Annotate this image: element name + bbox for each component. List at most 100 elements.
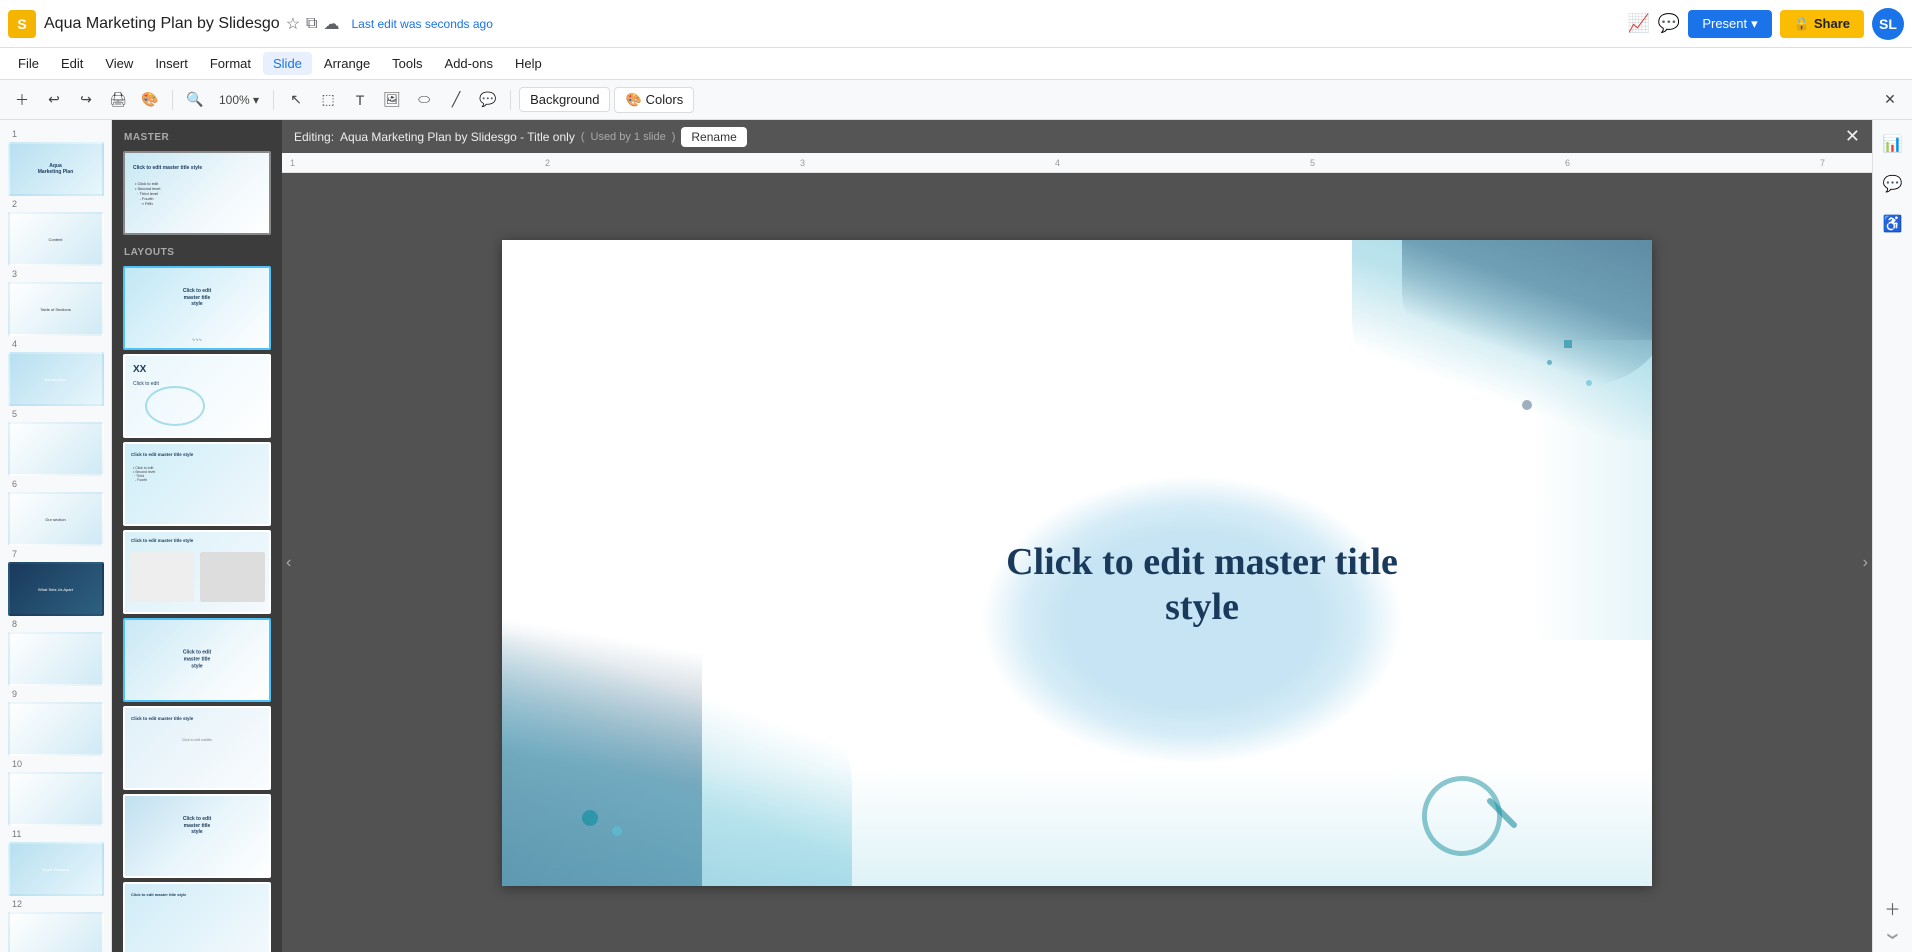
doc-title: Aqua Marketing Plan by Slidesgo xyxy=(44,15,280,33)
comment-icon-btn[interactable]: 💬 xyxy=(1877,168,1909,200)
used-by-close: ) xyxy=(672,131,676,143)
layout-thumb-8[interactable]: Click to edit master title style xyxy=(123,882,271,952)
slide-thumb-8-wrapper: 8 xyxy=(4,619,107,686)
canvas-scroll[interactable]: Click to edit master title style ‹ › xyxy=(282,173,1872,952)
slide-thumb-7-wrapper: 7 What Sets Us Apart xyxy=(4,549,107,616)
toolbar-divider-1 xyxy=(172,90,173,110)
editing-label: Editing: xyxy=(294,130,334,144)
slide-thumb-12[interactable] xyxy=(8,912,104,952)
slide-canvas: Click to edit master title style xyxy=(502,240,1652,886)
share-button[interactable]: 🔒 Share xyxy=(1780,10,1864,38)
used-by-text: Used by 1 slide xyxy=(591,131,666,143)
menu-tools[interactable]: Tools xyxy=(382,52,432,75)
close-editing-button[interactable]: ✕ xyxy=(1845,126,1860,147)
app-logo[interactable]: S xyxy=(8,10,36,38)
zoom-dropdown[interactable]: 100% ▾ xyxy=(213,86,265,114)
menu-insert[interactable]: Insert xyxy=(145,52,198,75)
toolbar-right: ✕ xyxy=(1876,86,1904,114)
layout-thumb-4[interactable]: Click to edit master title style xyxy=(123,530,271,614)
text-tool[interactable]: T xyxy=(346,86,374,114)
chart-icon-btn[interactable]: 📊 xyxy=(1877,128,1909,160)
avatar[interactable]: SL xyxy=(1872,8,1904,40)
toolbar-divider-2 xyxy=(273,90,274,110)
close-panel-button[interactable]: ✕ xyxy=(1876,86,1904,114)
layout-thumb-2[interactable]: XX Click to edit xyxy=(123,354,271,438)
cursor-tool[interactable]: ↖ xyxy=(282,86,310,114)
scroll-right-indicator: › xyxy=(1863,554,1868,572)
layout-thumb-5[interactable]: Click to editmaster titlestyle xyxy=(123,618,271,702)
slide-thumb-9[interactable] xyxy=(8,702,104,756)
ruler: 1 2 3 4 5 6 7 8 9 xyxy=(282,153,1872,173)
right-sidebar: 📊 💬 ♿ ＋ ❮ xyxy=(1872,120,1912,952)
menu-view[interactable]: View xyxy=(95,52,143,75)
rename-button[interactable]: Rename xyxy=(681,127,746,147)
slide-thumb-1-wrapper: 1 AquaMarketing Plan xyxy=(4,129,107,196)
layout-thumb-3[interactable]: Click to edit master title style • Click… xyxy=(123,442,271,526)
master-label: MASTER xyxy=(112,128,282,147)
colors-button[interactable]: 🎨 Colors xyxy=(614,87,694,113)
slide-thumb-3-wrapper: 3 Table of Sections xyxy=(4,269,107,336)
menu-help[interactable]: Help xyxy=(505,52,552,75)
slide-thumb-5-wrapper: 5 xyxy=(4,409,107,476)
zoom-out-button[interactable]: 🔍 xyxy=(181,86,209,114)
redo-button[interactable]: ↪ xyxy=(72,86,100,114)
slide-thumb-1[interactable]: AquaMarketing Plan xyxy=(8,142,104,196)
scroll-left-indicator: ‹ xyxy=(286,554,291,572)
menu-edit[interactable]: Edit xyxy=(51,52,93,75)
main-layout: 1 AquaMarketing Plan 2 Content 3 Table o… xyxy=(0,120,1912,952)
canvas-area: Editing: Aqua Marketing Plan by Slidesgo… xyxy=(282,120,1872,952)
line-tool[interactable]: ╱ xyxy=(442,86,470,114)
paint-format-button[interactable]: 🎨 xyxy=(136,86,164,114)
comment-tool[interactable]: 💬 xyxy=(474,86,502,114)
slide-thumb-4[interactable]: Introduction xyxy=(8,352,104,406)
new-slide-button[interactable]: ＋ xyxy=(8,86,36,114)
toolbar-divider-3 xyxy=(510,90,511,110)
slide-thumb-6-wrapper: 6 Our section xyxy=(4,479,107,546)
image-tool[interactable]: 🖼 xyxy=(378,86,406,114)
toolbar: ＋ ↩ ↪ 🖨 🎨 🔍 100% ▾ ↖ ⬚ T 🖼 ⬭ ╱ 💬 Backgro… xyxy=(0,80,1912,120)
background-button[interactable]: Background xyxy=(519,87,610,112)
star-icon[interactable]: ☆ xyxy=(286,14,300,34)
menu-slide[interactable]: Slide xyxy=(263,52,312,75)
cloud-icon[interactable]: ☁ xyxy=(323,14,339,34)
present-chevron: ▾ xyxy=(1751,16,1758,32)
undo-button[interactable]: ↩ xyxy=(40,86,68,114)
master-slide-thumb[interactable]: Click to edit master title style • Click… xyxy=(123,151,271,235)
folder-icon[interactable]: ⧉ xyxy=(306,15,317,33)
comment-icon[interactable]: 💬 xyxy=(1658,13,1680,34)
accessibility-icon-btn[interactable]: ♿ xyxy=(1877,208,1909,240)
menu-addons[interactable]: Add-ons xyxy=(435,52,503,75)
slide-title[interactable]: Click to edit master title style xyxy=(1002,540,1402,631)
slide-thumb-4-wrapper: 4 Introduction xyxy=(4,339,107,406)
slide-thumb-5[interactable] xyxy=(8,422,104,476)
slide-thumb-2[interactable]: Content xyxy=(8,212,104,266)
slide-thumb-8[interactable] xyxy=(8,632,104,686)
slide-thumb-10[interactable] xyxy=(8,772,104,826)
title-icons: ☆ ⧉ ☁ xyxy=(286,14,340,34)
menu-bar: File Edit View Insert Format Slide Arran… xyxy=(0,48,1912,80)
layout-thumb-1[interactable]: Click to editmaster titlestyle ∿∿∿ xyxy=(123,266,271,350)
slide-thumb-11[interactable]: Buyer Persona xyxy=(8,842,104,896)
trending-icon[interactable]: 📈 xyxy=(1627,13,1649,34)
slide-thumb-6[interactable]: Our section xyxy=(8,492,104,546)
slide-thumb-7[interactable]: What Sets Us Apart xyxy=(8,562,104,616)
present-label: Present xyxy=(1702,16,1747,31)
plus-icon-btn[interactable]: ＋ xyxy=(1877,892,1909,924)
collapse-btn[interactable]: ❮ xyxy=(1887,932,1898,940)
print-button[interactable]: 🖨 xyxy=(104,86,132,114)
layout-thumb-7[interactable]: Click to editmaster titlestyle xyxy=(123,794,271,878)
slide-thumb-3[interactable]: Table of Sections xyxy=(8,282,104,336)
menu-arrange[interactable]: Arrange xyxy=(314,52,380,75)
select-tool[interactable]: ⬚ xyxy=(314,86,342,114)
shape-tool[interactable]: ⬭ xyxy=(410,86,438,114)
colors-label: Colors xyxy=(646,92,684,107)
editing-header-left: Editing: Aqua Marketing Plan by Slidesgo… xyxy=(294,127,747,147)
palette-icon: 🎨 xyxy=(625,92,641,108)
background-label: Background xyxy=(530,92,599,107)
master-slide-bullets: • Click to edit• Second level · Third le… xyxy=(135,181,160,206)
present-button[interactable]: Present ▾ xyxy=(1688,10,1771,38)
layout-thumb-6[interactable]: Click to edit master title style Click t… xyxy=(123,706,271,790)
last-edit-link[interactable]: Last edit was seconds ago xyxy=(351,17,492,31)
menu-format[interactable]: Format xyxy=(200,52,261,75)
menu-file[interactable]: File xyxy=(8,52,49,75)
